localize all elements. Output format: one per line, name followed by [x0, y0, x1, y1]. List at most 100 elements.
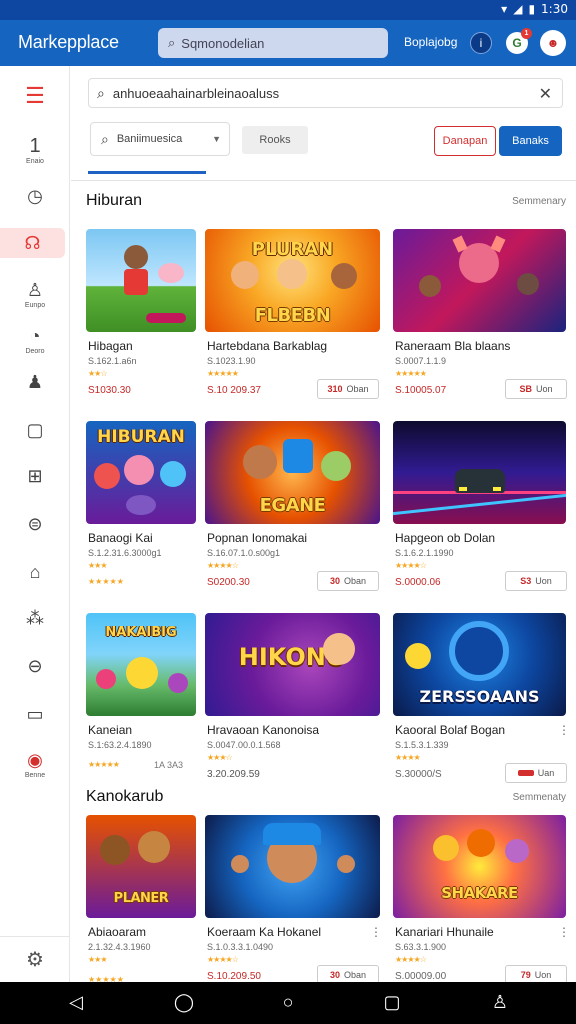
section-title: Hiburan: [86, 192, 143, 209]
signal-icon: ◢: [513, 2, 523, 16]
status-time: 1:30: [541, 2, 568, 16]
minus-circle-icon: ⊖: [27, 656, 43, 676]
product-meta: S.0047.00.0.1.568: [207, 740, 281, 750]
sidebar-caption: Benne: [24, 772, 46, 779]
product-thumbnail: ZERSSOAANS: [393, 613, 566, 716]
product-price: S.10005.07: [395, 385, 447, 396]
coin-icon: ⊜: [27, 514, 43, 534]
sidebar-item-grid[interactable]: ⊞: [0, 466, 70, 486]
section-more-link[interactable]: Semmenary: [512, 196, 566, 207]
product-meta: S.1.0.3.3.1.0490: [207, 942, 274, 952]
product-thumbnail: NAKAIBIG: [86, 613, 196, 716]
offer-badge[interactable]: 310 Oban: [317, 379, 379, 399]
product-thumbnail: HIBURAN: [86, 421, 196, 524]
sidebar-item-tablet[interactable]: ▢: [0, 420, 70, 440]
search-input[interactable]: ⌕ anhuoeaahainarbleinaoaluss ✕: [88, 78, 563, 108]
recents-icon[interactable]: ▢: [380, 992, 404, 1013]
product-thumbnail: PLURAN FLBEBN: [205, 229, 380, 332]
close-icon[interactable]: ✕: [539, 84, 552, 104]
product-meta: S.1023.1.90: [207, 356, 256, 366]
product-rating: ★★★★☆: [207, 561, 239, 570]
timer-icon: ◔: [29, 326, 41, 346]
badge-number: 30: [329, 576, 340, 586]
product-thumbnail: [393, 229, 566, 332]
alert-icon: ◉: [27, 750, 43, 770]
accessibility-icon[interactable]: ♙: [488, 992, 512, 1013]
sidebar-item-alert[interactable]: ◉ Benne: [0, 750, 70, 779]
product-price: S1030.30: [88, 385, 131, 396]
product-rating: ★★★★★: [395, 369, 427, 378]
more-options-icon[interactable]: ⋮: [558, 925, 570, 939]
chevron-down-icon: ▼: [212, 134, 221, 144]
product-name: Popnan Ionomakai: [207, 531, 308, 545]
header-search-field[interactable]: ⌕ Sqmonodelian: [158, 28, 388, 58]
avatar[interactable]: ☻: [540, 30, 566, 56]
bag-icon: ⌂: [29, 562, 41, 582]
product-name: Hravaoan Kanonoisa: [207, 723, 320, 737]
product-price: 1A 3A3: [154, 760, 184, 770]
main-content: ⌕ anhuoeaahainarbleinaoaluss ✕ ⌕ Baniimu…: [71, 66, 576, 985]
search-input-value: anhuoeaahainarbleinaoaluss: [112, 85, 280, 101]
sidebar-item-headset[interactable]: ☊: [0, 228, 65, 258]
product-price: S.10 209.37: [207, 385, 261, 396]
product-rating: ★★★☆: [207, 753, 233, 762]
section-more-link[interactable]: Semmenaty: [513, 792, 566, 803]
sidebar-item-timer[interactable]: ◔ Deoro: [0, 326, 70, 355]
divider: [71, 180, 576, 181]
badge-number: 30: [329, 970, 340, 980]
section-header: Kanokarub Semmenaty: [86, 788, 566, 812]
search-icon: ⌕: [101, 130, 109, 147]
product-rating: ★★★★☆: [395, 561, 427, 570]
sidebar-item-person[interactable]: ♟: [0, 372, 70, 392]
filter-chip[interactable]: Rooks: [242, 126, 308, 154]
product-meta: S.1.2.31.6.3000g1: [88, 548, 162, 558]
home-icon[interactable]: ○: [276, 992, 300, 1013]
tablet-icon: ▢: [26, 420, 44, 440]
category-select[interactable]: ⌕ Baniimuesica ▼: [90, 122, 230, 156]
google-icon[interactable]: G1: [506, 28, 532, 54]
section-header: Hiburan Semmenary: [86, 192, 566, 216]
sidebar-item-menu[interactable]: ☰: [0, 85, 70, 107]
offer-badge[interactable]: 30 Oban: [317, 571, 379, 591]
offer-badge[interactable]: Uan: [505, 763, 567, 783]
product-price: S.00009.00: [395, 971, 447, 982]
person-icon: ♟: [26, 372, 44, 392]
badge-text: Oban: [343, 970, 367, 980]
back-icon[interactable]: ◁: [64, 992, 88, 1013]
thumbnail-title: FLBEBN: [254, 305, 331, 326]
badge-number: S3: [520, 576, 532, 586]
product-rating: ★★★★★: [88, 760, 120, 769]
product-name: Raneraam Bla blaans: [395, 339, 511, 353]
info-icon[interactable]: i: [470, 32, 492, 54]
badge-number: 310: [327, 384, 343, 394]
product-price: S.0000.06: [395, 577, 441, 588]
product-price: 3.20.209.59: [207, 769, 260, 780]
offer-badge[interactable]: SB Uon: [505, 379, 567, 399]
sidebar-item-bag[interactable]: ⌂: [0, 562, 70, 582]
product-rating: ★★★★☆: [395, 955, 427, 964]
sidebar-caption: Enaio: [26, 158, 44, 165]
sidebar-item-network[interactable]: ⁂: [0, 608, 70, 628]
product-thumbnail: EGANE: [205, 421, 380, 524]
sidebar-item-user-search[interactable]: ♙ Eunpo: [0, 280, 70, 309]
language-selector[interactable]: Boplajobg: [404, 35, 457, 49]
badge-text: Oban: [346, 384, 369, 394]
sidebar-item-folder[interactable]: ▭: [0, 704, 70, 724]
product-name: Koeraam Ka Hokanel: [207, 925, 322, 939]
badge-red-bar: [517, 770, 534, 776]
product-rating: ★★★★☆: [207, 955, 239, 964]
settings-gear-icon[interactable]: ⚙: [0, 936, 70, 982]
offer-badge[interactable]: S3 Uon: [505, 571, 567, 591]
app-bar: Markepplace ⌕ Sqmonodelian Boplajobg i G…: [0, 20, 576, 66]
more-options-icon[interactable]: ⋮: [370, 925, 382, 939]
sidebar-item-coin[interactable]: ⊜: [0, 514, 70, 534]
secondary-button[interactable]: Danapan: [434, 126, 496, 156]
primary-button[interactable]: Banaks: [499, 126, 562, 156]
assistant-icon[interactable]: ◯: [172, 992, 196, 1013]
sidebar-item-clock[interactable]: ◷: [0, 186, 70, 206]
more-options-icon[interactable]: ⋮: [558, 723, 570, 737]
product-thumbnail: SHAKARE: [393, 815, 566, 918]
sidebar-item-one[interactable]: 1 Enaio: [0, 136, 70, 165]
sidebar-item-minus[interactable]: ⊖: [0, 656, 70, 676]
product-price: S0200.30: [207, 577, 250, 588]
